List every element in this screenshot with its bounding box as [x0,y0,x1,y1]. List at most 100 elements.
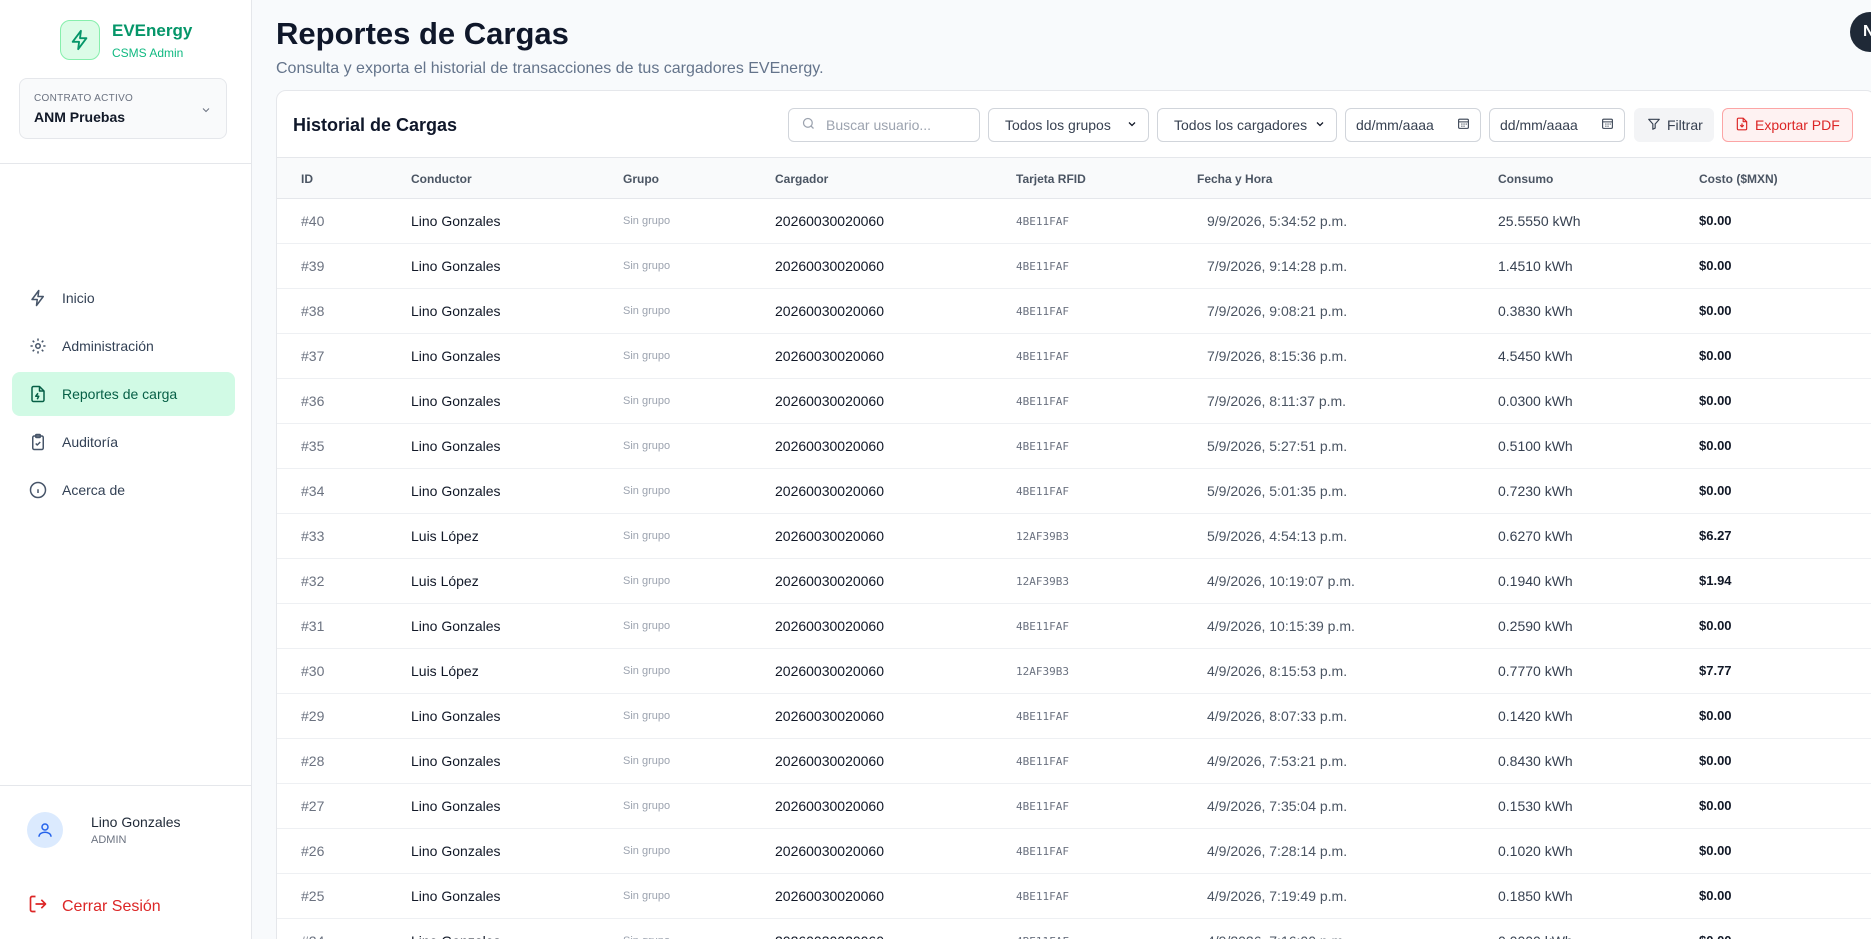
table-row[interactable]: #25 Lino Gonzales Sin grupo 20260030020060 4… [277,874,1871,919]
cell-cargador: 20260030020060 [775,348,885,364]
column-header-id[interactable]: ID [301,172,313,186]
page-subtitle: Consulta y exporta el historial de trans… [276,60,824,77]
table-row[interactable]: #35 Lino Gonzales Sin grupo 20260030020060 4… [277,424,1871,469]
sidebar-item-reportes[interactable]: Reportes de carga [12,372,235,416]
cell-consumo: 25.5550 kWh [1498,213,1581,229]
table-row[interactable]: #29 Lino Gonzales Sin grupo 20260030020060 4… [277,694,1871,739]
cell-costo: $0.00 [1699,798,1732,813]
table-row[interactable]: #40 Lino Gonzales Sin grupo 20260030020060 4… [277,199,1871,244]
search-input[interactable] [826,117,966,133]
column-header-fecha[interactable]: Fecha y Hora [1197,172,1272,186]
filter-icon [1647,117,1661,134]
table-row[interactable]: #33 Luis López Sin grupo 20260030020060 12AF… [277,514,1871,559]
sidebar-item-label: Administración [62,338,154,354]
table-row[interactable]: #26 Lino Gonzales Sin grupo 20260030020060 4… [277,829,1871,874]
table-row[interactable]: #36 Lino Gonzales Sin grupo 20260030020060 4… [277,379,1871,424]
cell-fecha: 4/9/2026, 7:35:04 p.m. [1207,798,1348,814]
table-row[interactable]: #31 Lino Gonzales Sin grupo 20260030020060 4… [277,604,1871,649]
cell-cargador: 20260030020060 [775,438,885,454]
table-row[interactable]: #38 Lino Gonzales Sin grupo 20260030020060 4… [277,289,1871,334]
column-header-costo[interactable]: Costo ($MXN) [1699,172,1778,186]
column-header-cargador[interactable]: Cargador [775,172,828,186]
cell-consumo: 0.0000 kWh [1498,933,1573,939]
cell-rfid: 4BE11FAF [1016,215,1069,228]
column-header-grupo[interactable]: Grupo [623,172,659,186]
sidebar-item-inicio[interactable]: Inicio [12,276,235,320]
table-row[interactable]: #24 Lino Gonzales Sin grupo 20260030020060 4… [277,919,1871,939]
cell-consumo: 4.5450 kWh [1498,348,1573,364]
avatar [27,812,63,848]
logout-icon [28,894,48,919]
column-header-rfid[interactable]: Tarjeta RFID [1016,172,1086,186]
sidebar-item-auditoria[interactable]: Auditoría [12,420,235,464]
sidebar-item-label: Acerca de [62,482,126,498]
table-row[interactable]: #28 Lino Gonzales Sin grupo 20260030020060 4… [277,739,1871,784]
cell-cargador: 20260030020060 [775,708,885,724]
cell-consumo: 0.1940 kWh [1498,573,1573,589]
cell-consumo: 0.2590 kWh [1498,618,1573,634]
sidebar-item-acerca[interactable]: Acerca de [12,468,235,512]
cell-costo: $0.00 [1699,483,1732,498]
cell-grupo: Sin grupo [623,350,671,362]
cell-fecha: 7/9/2026, 9:14:28 p.m. [1207,258,1348,274]
cell-fecha: 4/9/2026, 7:28:14 p.m. [1207,843,1348,859]
cell-id: #40 [301,213,325,229]
column-header-conductor[interactable]: Conductor [411,172,472,186]
date-from-placeholder: dd/mm/aaaa [1356,117,1434,133]
cell-cargador: 20260030020060 [775,753,885,769]
cell-grupo: Sin grupo [623,890,671,902]
date-to-placeholder: dd/mm/aaaa [1500,117,1578,133]
cell-fecha: 5/9/2026, 5:01:35 p.m. [1207,483,1348,499]
cell-cargador: 20260030020060 [775,933,884,939]
groups-select[interactable]: Todos los grupos [988,108,1149,142]
table-row[interactable]: #39 Lino Gonzales Sin grupo 20260030020060 4… [277,244,1871,289]
sidebar-item-administracion[interactable]: Administración [12,324,235,368]
date-from-input[interactable]: dd/mm/aaaa [1345,108,1481,142]
user-profile[interactable]: Lino Gonzales ADMIN [27,812,181,848]
cell-fecha: 7/9/2026, 9:08:21 p.m. [1207,303,1348,319]
cell-conductor: Lino Gonzales [411,708,501,724]
cell-grupo: Sin grupo [623,215,671,227]
cell-id: #36 [301,393,325,409]
groups-select-value: Todos los grupos [1005,117,1111,133]
table-row[interactable]: #37 Lino Gonzales Sin grupo 20260030020060 4… [277,334,1871,379]
cell-cargador: 20260030020060 [775,258,885,274]
search-field[interactable] [788,108,980,142]
table-row[interactable]: #27 Lino Gonzales Sin grupo 20260030020060 4… [277,784,1871,829]
filter-label: Filtrar [1667,117,1703,133]
table-row[interactable]: #34 Lino Gonzales Sin grupo 20260030020060 4… [277,469,1871,514]
cell-grupo: Sin grupo [623,710,671,722]
logout-button[interactable]: Cerrar Sesión [28,894,161,919]
chargers-select[interactable]: Todos los cargadores [1157,108,1337,142]
table-row[interactable]: #32 Luis López Sin grupo 20260030020060 12AF… [277,559,1871,604]
cell-costo: $0.00 [1699,393,1732,408]
table-row[interactable]: #30 Luis López Sin grupo 20260030020060 12AF… [277,649,1871,694]
cell-id: #33 [301,528,325,544]
cell-conductor: Lino Gonzales [411,303,501,319]
cell-consumo: 0.1850 kWh [1498,888,1573,904]
filter-button[interactable]: Filtrar [1634,108,1714,142]
zap-icon [28,288,48,308]
cell-grupo: Sin grupo [623,800,671,812]
sidebar-divider [0,163,251,164]
column-header-consumo[interactable]: Consumo [1498,172,1553,186]
brand: EVEnergy CSMS Admin [60,20,192,60]
cell-costo: $0.00 [1699,753,1732,768]
export-pdf-button[interactable]: Exportar PDF [1722,108,1853,142]
contract-selector[interactable]: CONTRATO ACTIVO ANM Pruebas [19,78,227,139]
cell-consumo: 0.5100 kWh [1498,438,1573,454]
cell-costo: $0.00 [1699,888,1732,903]
cell-costo: $7.77 [1699,663,1732,678]
chevron-down-icon [1126,117,1138,133]
cell-fecha: 4/9/2026, 10:15:39 p.m. [1207,618,1355,634]
cell-id: #31 [301,618,325,634]
cell-rfid: 4BE11FAF [1016,485,1069,498]
cell-cargador: 20260030020060 [775,528,885,544]
cell-cargador: 20260030020060 [775,663,885,679]
corner-avatar-button[interactable]: N [1850,12,1871,52]
cell-costo: $0.00 [1699,933,1732,939]
cell-costo: $0.00 [1699,213,1732,228]
sidebar-item-label: Reportes de carga [62,386,178,402]
date-to-input[interactable]: dd/mm/aaaa [1489,108,1625,142]
contract-label: CONTRATO ACTIVO [34,93,134,104]
